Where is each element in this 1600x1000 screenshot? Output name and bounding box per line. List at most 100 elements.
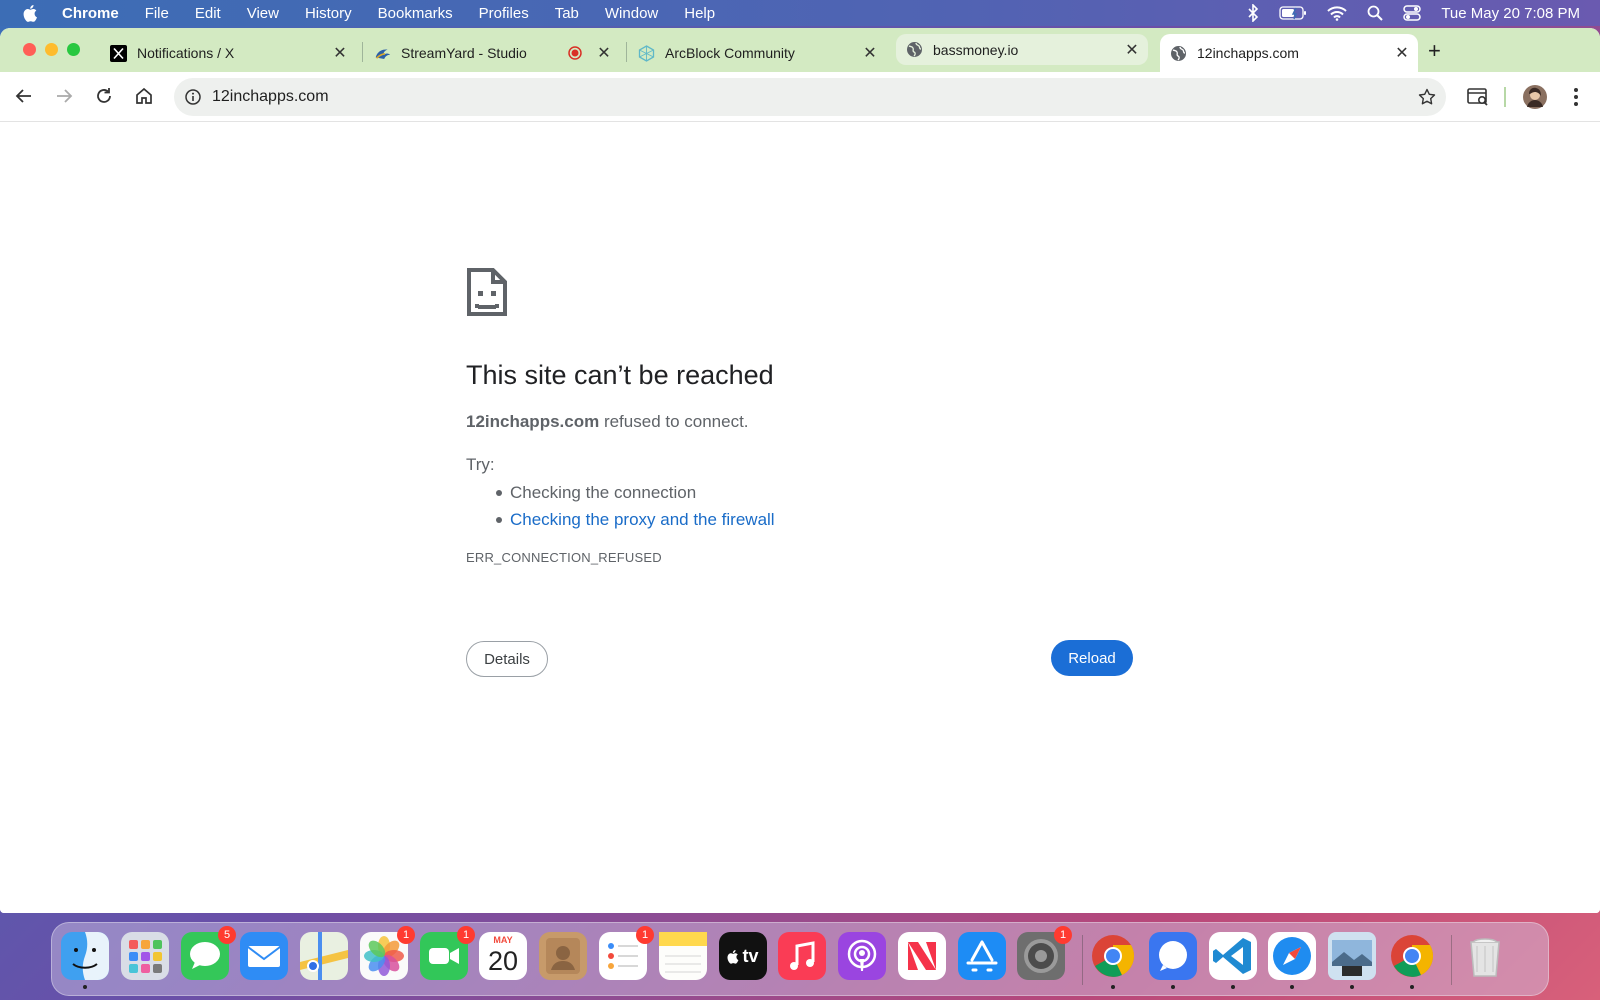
apple-tv-label: tv	[727, 946, 759, 967]
news-icon[interactable]	[898, 932, 946, 980]
back-button[interactable]	[12, 84, 36, 108]
running-indicator	[1290, 985, 1294, 989]
error-description-suffix: refused to connect.	[599, 412, 749, 431]
forward-button[interactable]	[52, 84, 76, 108]
browser-toolbar	[0, 72, 1600, 122]
tab-title: Notifications / X	[137, 45, 235, 61]
globe-icon	[1170, 45, 1187, 62]
mail-icon[interactable]	[240, 932, 288, 980]
menu-file[interactable]: File	[132, 5, 182, 22]
bookmark-star-icon[interactable]	[1408, 88, 1446, 106]
details-button[interactable]: Details	[466, 641, 548, 677]
tab-title: 12inchapps.com	[1197, 45, 1299, 61]
tab-close-icon[interactable]: ✕	[860, 43, 880, 63]
tab-arcblock-community[interactable]: ArcBlock Community ✕	[638, 34, 880, 72]
facetime-icon[interactable]: 1	[420, 926, 475, 980]
dock-separator	[1451, 935, 1452, 985]
url-input[interactable]	[212, 88, 1408, 106]
running-indicator	[83, 985, 87, 989]
app-store-icon[interactable]	[958, 932, 1006, 980]
tab-close-icon[interactable]: ✕	[1122, 40, 1142, 60]
preview-icon[interactable]	[1328, 932, 1376, 989]
tab-close-icon[interactable]: ✕	[594, 43, 614, 63]
messages-icon[interactable]: 5	[181, 926, 236, 980]
try-label: Try:	[466, 455, 495, 474]
profile-avatar[interactable]	[1522, 84, 1548, 110]
error-title: This site can’t be reached	[466, 360, 774, 390]
calendar-month: MAY	[493, 935, 513, 945]
site-info-icon[interactable]	[174, 89, 212, 105]
window-zoom-button[interactable]	[67, 43, 80, 56]
chrome-icon[interactable]	[1089, 932, 1137, 989]
dock-separator	[1082, 935, 1083, 985]
running-indicator	[1231, 985, 1235, 989]
tab-title: bassmoney.io	[933, 41, 1019, 58]
new-tab-button[interactable]: +	[1428, 38, 1441, 64]
battery-icon[interactable]	[1279, 6, 1307, 20]
menu-app-name[interactable]: Chrome	[62, 5, 132, 22]
photos-icon[interactable]: 1	[360, 926, 415, 980]
suggestion-check-connection: Checking the connection	[496, 481, 775, 508]
window-minimize-button[interactable]	[45, 43, 58, 56]
notification-badge: 1	[636, 926, 654, 944]
podcasts-icon[interactable]	[838, 932, 886, 980]
sad-page-icon	[466, 267, 508, 322]
tab-close-icon[interactable]: ✕	[330, 43, 350, 63]
tab-bassmoney[interactable]: bassmoney.io ✕	[896, 34, 1148, 65]
system-settings-icon[interactable]: 1	[1017, 926, 1072, 980]
suggestion-check-proxy-link[interactable]: Checking the proxy and the firewall	[496, 508, 775, 535]
vscode-icon[interactable]	[1209, 932, 1257, 989]
running-indicator	[1111, 985, 1115, 989]
bluetooth-icon[interactable]	[1247, 4, 1259, 22]
control-center-icon[interactable]	[1403, 5, 1422, 21]
menu-bookmarks[interactable]: Bookmarks	[365, 5, 466, 22]
menu-help[interactable]: Help	[671, 5, 728, 22]
home-button[interactable]	[132, 84, 156, 108]
menu-profiles[interactable]: Profiles	[466, 5, 542, 22]
signal-icon[interactable]	[1149, 932, 1197, 989]
wifi-icon[interactable]	[1327, 5, 1348, 21]
chrome-window: Notifications / X ✕ StreamYard - Studio …	[0, 28, 1600, 913]
music-icon[interactable]	[778, 932, 826, 980]
reminders-icon[interactable]: 1	[599, 926, 654, 980]
finder-icon[interactable]	[61, 932, 109, 989]
reload-toolbar-button[interactable]	[92, 84, 116, 108]
calendar-icon[interactable]: MAY 20	[479, 932, 527, 980]
apple-menu-icon[interactable]	[0, 4, 62, 22]
menu-tab[interactable]: Tab	[542, 5, 592, 22]
error-code: ERR_CONNECTION_REFUSED	[466, 550, 662, 565]
contacts-icon[interactable]	[539, 932, 587, 980]
safari-icon[interactable]	[1268, 932, 1316, 989]
error-host: 12inchapps.com	[466, 412, 600, 431]
menu-edit[interactable]: Edit	[182, 5, 234, 22]
streamyard-icon	[374, 45, 391, 62]
notification-badge: 1	[457, 926, 475, 944]
chrome-menu-icon[interactable]	[1566, 84, 1586, 110]
trash-icon[interactable]	[1461, 932, 1509, 980]
error-description: 12inchapps.com refused to connect.	[466, 412, 749, 432]
running-indicator	[1410, 985, 1414, 989]
tab-streamyard-studio[interactable]: StreamYard - Studio ✕	[374, 34, 614, 72]
suggestion-list: Checking the connection Checking the pro…	[496, 481, 775, 535]
x-logo-icon	[110, 44, 127, 62]
menu-bar-clock[interactable]: Tue May 20 7:08 PM	[1441, 5, 1580, 22]
menu-view[interactable]: View	[234, 5, 292, 22]
tab-search-icon[interactable]	[1464, 84, 1492, 110]
apple-tv-icon[interactable]: tv	[719, 932, 767, 980]
tab-notifications-x[interactable]: Notifications / X ✕	[110, 34, 354, 72]
chrome-icon[interactable]	[1388, 932, 1436, 989]
window-close-button[interactable]	[23, 43, 36, 56]
notes-icon[interactable]	[659, 932, 707, 980]
maps-icon[interactable]	[300, 932, 348, 980]
menu-history[interactable]: History	[292, 5, 365, 22]
spotlight-icon[interactable]	[1367, 5, 1384, 21]
reload-button[interactable]: Reload	[1051, 640, 1133, 676]
tab-12inchapps-active[interactable]: 12inchapps.com ✕	[1160, 34, 1418, 72]
globe-icon	[906, 41, 923, 58]
tab-strip: Notifications / X ✕ StreamYard - Studio …	[0, 28, 1600, 72]
launchpad-icon[interactable]	[121, 932, 169, 980]
tab-close-icon[interactable]: ✕	[1392, 43, 1412, 63]
menu-window[interactable]: Window	[592, 5, 671, 22]
address-bar[interactable]	[174, 78, 1446, 116]
notification-badge: 1	[1054, 926, 1072, 944]
